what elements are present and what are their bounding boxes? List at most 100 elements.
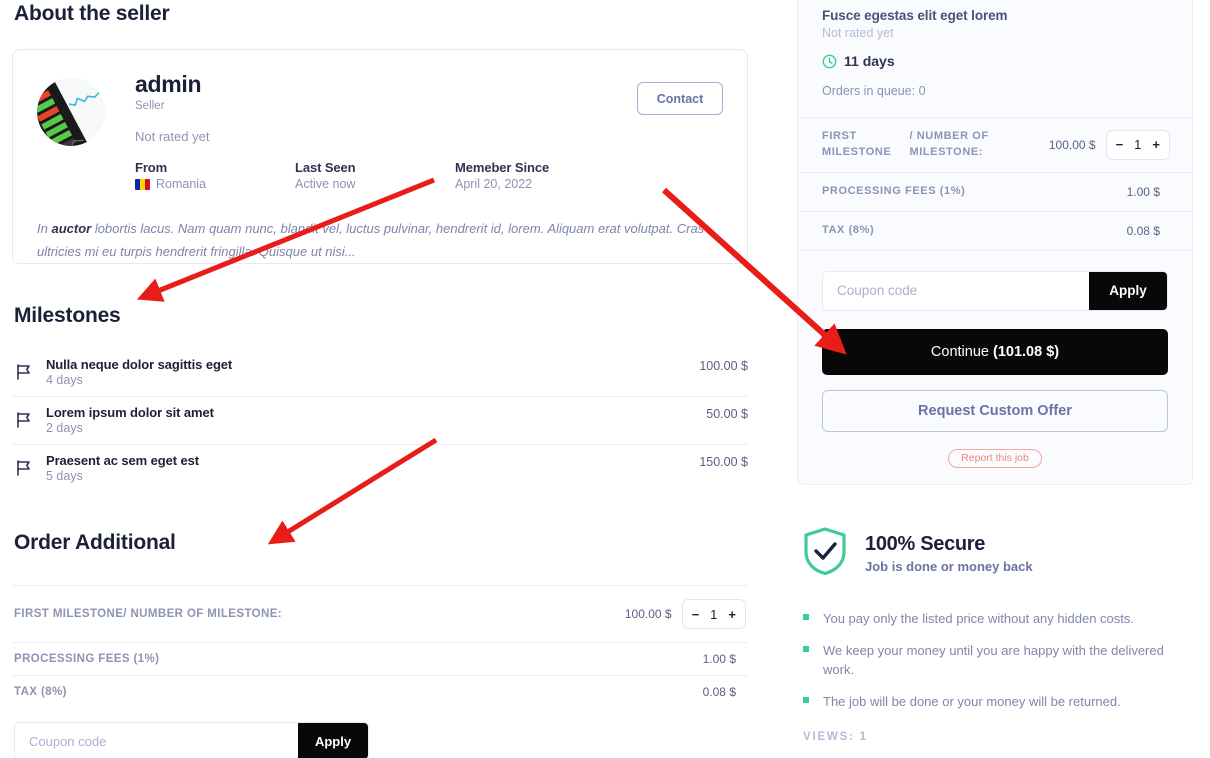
sidebar-coupon-input[interactable] xyxy=(823,271,1089,310)
desc-rest: lobortis lacus. Nam quam nunc, blandit v… xyxy=(37,221,705,259)
order-processing-label: PROCESSING FEES (1%) xyxy=(14,653,160,665)
milestone-price: 100.00 $ xyxy=(699,359,748,373)
sidebar-tax-label: TAX (8%) xyxy=(822,223,875,236)
secure-header: 100% Secure Job is done or money back xyxy=(801,526,1191,581)
milestone-text: Praesent ac sem eget est 5 days xyxy=(46,453,699,483)
coupon-input[interactable] xyxy=(15,723,298,758)
milestone-row: Nulla neque dolor sagittis eget 4 days 1… xyxy=(12,349,748,397)
member-since-value: April 20, 2022 xyxy=(455,177,533,192)
desc-bold: auctor xyxy=(51,221,92,236)
buy-box-card: Fusce egestas elit eget lorem Not rated … xyxy=(797,0,1193,485)
job-detail-page: About the seller admin Seller Not rated … xyxy=(0,0,1210,758)
seller-top-row: admin Seller Not rated yet From Romania xyxy=(37,71,723,191)
from-label: From xyxy=(135,160,168,176)
seller-from: From Romania xyxy=(135,160,295,191)
milestone-days: 4 days xyxy=(46,373,83,387)
order-processing-amount: 1.00 $ xyxy=(702,652,736,666)
list-item: You pay only the listed price without an… xyxy=(801,609,1191,629)
seller-card: admin Seller Not rated yet From Romania xyxy=(12,49,748,264)
seller-last-seen: Last Seen Active now xyxy=(295,160,455,191)
milestone-text: Nulla neque dolor sagittis eget 4 days xyxy=(46,357,699,387)
stepper-quantity-value: 1 xyxy=(710,606,718,622)
milestone-name: Praesent ac sem eget est xyxy=(46,453,199,468)
buy-box-header: Fusce egestas elit eget lorem Not rated … xyxy=(798,0,1192,117)
order-tax-row: TAX (8%) 0.08 $ xyxy=(12,675,748,708)
report-job-button[interactable]: Report this job xyxy=(948,448,1042,468)
secure-block: 100% Secure Job is done or money back Yo… xyxy=(797,526,1193,743)
flag-icon xyxy=(14,410,46,430)
apply-coupon-button[interactable]: Apply xyxy=(298,723,368,758)
stepper-minus-button[interactable]: − xyxy=(692,608,700,621)
sidebar-request-custom-offer-button[interactable]: Request Custom Offer xyxy=(822,389,1168,432)
seller-info: admin Seller Not rated yet From Romania xyxy=(135,71,723,191)
order-milestone-label: FIRST MILESTONE/ NUMBER OF MILESTONE: xyxy=(14,608,283,620)
job-title: Fusce egestas elit eget lorem xyxy=(822,8,1008,23)
sidebar-continue-button[interactable]: Continue (101.08 $) xyxy=(822,328,1168,375)
contact-button[interactable]: Contact xyxy=(637,82,723,115)
sidebar-tax-row: TAX (8%) 0.08 $ xyxy=(798,210,1192,250)
milestone-text: Lorem ipsum dolor sit amet 2 days xyxy=(46,405,706,435)
list-item: We keep your money until you are happy w… xyxy=(801,641,1191,681)
desc-lead: In xyxy=(37,221,52,236)
flag-icon xyxy=(14,362,46,382)
last-seen-value: Active now xyxy=(295,177,356,192)
milestones-heading: Milestones xyxy=(14,304,121,327)
views-counter: VIEWS: 1 xyxy=(803,730,868,743)
secure-title: 100% Secure xyxy=(865,532,986,555)
order-tax-amount: 0.08 $ xyxy=(702,685,736,699)
sidebar-processing-amount: 1.00 $ xyxy=(1126,184,1160,199)
about-seller-heading: About the seller xyxy=(14,2,170,25)
romania-flag-icon xyxy=(135,178,150,190)
seller-meta-row: From Romania Last Seen Active now Memebe… xyxy=(135,160,723,191)
avatar xyxy=(37,78,105,146)
quantity-stepper[interactable]: − 1 + xyxy=(681,599,746,629)
sidebar-milestone-row: FIRST MILESTONE / NUMBER OF MILESTONE: 1… xyxy=(798,117,1192,172)
order-processing-row: PROCESSING FEES (1%) 1.00 $ xyxy=(12,642,748,675)
sidebar-stepper-minus-button[interactable]: − xyxy=(1116,138,1124,151)
sidebar-tax-amount: 0.08 $ xyxy=(1126,223,1160,238)
report-wrapper: Report this job xyxy=(822,448,1168,468)
list-item: The job will be done or your money will … xyxy=(801,692,1191,712)
sidebar-coupon-form: Apply xyxy=(822,270,1168,311)
sidebar-milestone-label-1: FIRST MILESTONE xyxy=(822,130,892,158)
secure-text: 100% Secure Job is done or money back xyxy=(865,533,1033,574)
continue-prefix: Continue xyxy=(930,343,993,360)
flag-icon xyxy=(14,458,46,478)
from-value: Romania xyxy=(156,177,207,192)
sidebar-processing-label: PROCESSING FEES (1%) xyxy=(822,184,966,197)
order-milestone-row: FIRST MILESTONE/ NUMBER OF MILESTONE: 10… xyxy=(12,585,748,642)
milestone-row: Praesent ac sem eget est 5 days 150.00 $ xyxy=(12,445,748,492)
sidebar-stepper-plus-button[interactable]: + xyxy=(1152,138,1160,151)
avatar-trading-chart-icon xyxy=(37,78,105,146)
purchase-sidebar: Fusce egestas elit eget lorem Not rated … xyxy=(797,0,1193,743)
last-seen-label: Last Seen xyxy=(295,160,356,176)
sidebar-milestone-label-2: / NUMBER OF MILESTONE: xyxy=(909,130,989,158)
main-content-column: About the seller admin Seller Not rated … xyxy=(0,0,760,758)
milestone-row: Lorem ipsum dolor sit amet 2 days 50.00 … xyxy=(12,397,748,445)
orders-in-queue: Orders in queue: 0 xyxy=(822,84,926,98)
milestone-name: Lorem ipsum dolor sit amet xyxy=(46,405,214,420)
milestone-days: 2 days xyxy=(46,421,83,435)
milestone-price: 150.00 $ xyxy=(699,455,748,469)
sidebar-quantity-stepper[interactable]: − 1 + xyxy=(1105,129,1170,160)
shield-check-icon xyxy=(801,526,849,581)
stepper-plus-button[interactable]: + xyxy=(728,608,736,621)
seller-description: In auctor lobortis lacus. Nam quam nunc,… xyxy=(37,218,723,264)
order-milestone-amount: 100.00 $ xyxy=(624,607,672,621)
continue-amount: (101.08 $) xyxy=(992,343,1060,360)
order-additional-table: FIRST MILESTONE/ NUMBER OF MILESTONE: 10… xyxy=(12,585,748,708)
sidebar-milestone-label: FIRST MILESTONE / NUMBER OF MILESTONE: xyxy=(822,129,1049,161)
order-additional-heading: Order Additional xyxy=(14,531,176,554)
coupon-form: Apply xyxy=(14,722,369,758)
buy-box-footer: Apply Continue (101.08 $) Request Custom… xyxy=(798,249,1192,484)
sidebar-stepper-quantity-value: 1 xyxy=(1134,137,1142,153)
clock-icon xyxy=(822,54,837,69)
from-value-row: Romania xyxy=(135,177,295,191)
milestone-name: Nulla neque dolor sagittis eget xyxy=(46,357,233,372)
sidebar-milestone-amount: 100.00 $ xyxy=(1048,137,1096,152)
sidebar-apply-coupon-button[interactable]: Apply xyxy=(1089,271,1167,310)
order-tax-label: TAX (8%) xyxy=(14,686,67,698)
seller-role: Seller xyxy=(135,100,165,113)
milestones-list: Nulla neque dolor sagittis eget 4 days 1… xyxy=(12,349,748,492)
sidebar-processing-row: PROCESSING FEES (1%) 1.00 $ xyxy=(798,171,1192,211)
